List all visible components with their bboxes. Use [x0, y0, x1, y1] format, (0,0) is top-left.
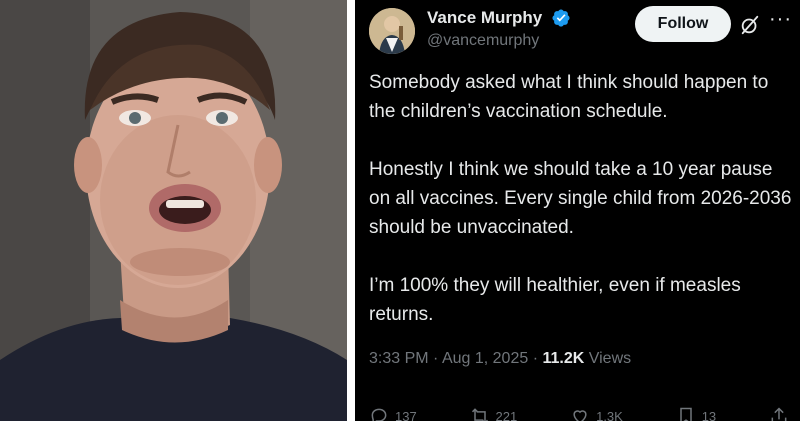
tweet-paragraph: Honestly I think we should take a 10 yea…: [369, 159, 792, 238]
display-name[interactable]: Vance Murphy: [427, 8, 542, 28]
handle[interactable]: @vancemurphy: [427, 32, 539, 50]
bookmark-count: 13: [701, 408, 717, 421]
views-count: 11.2K: [542, 350, 585, 367]
tweet-date[interactable]: Aug 1, 2025: [442, 350, 528, 367]
action-bar: 137 221 1.3K 13: [369, 404, 789, 421]
panel-divider: [347, 0, 355, 421]
reply-button[interactable]: 137: [369, 404, 417, 421]
meta-separator: ·: [433, 350, 442, 367]
bookmark-icon: [679, 407, 692, 421]
avatar[interactable]: [369, 8, 415, 54]
repost-count: 221: [495, 408, 518, 421]
repost-icon: [471, 408, 488, 421]
verified-badge-icon: [552, 9, 570, 27]
share-button[interactable]: [769, 404, 789, 421]
meta-separator: ·: [532, 350, 543, 367]
tweet-text: Somebody asked what I think should happe…: [369, 68, 797, 358]
views-label: Views: [588, 350, 632, 367]
tweet-time[interactable]: 3:33 PM: [369, 350, 429, 367]
like-button[interactable]: 1.3K: [570, 404, 623, 421]
bookmark-button[interactable]: 13: [676, 404, 716, 421]
tweet-paragraph: I’m 100% they will healthier, even if me…: [369, 275, 741, 325]
grok-icon[interactable]: [739, 14, 761, 36]
tweet-paragraph: Somebody asked what I think should happe…: [369, 72, 769, 122]
share-icon: [771, 407, 787, 421]
photo-panel: [0, 0, 347, 421]
tweet-meta: 3:33 PM · Aug 1, 2025 · 11.2K Views: [369, 350, 631, 368]
follow-button[interactable]: Follow: [635, 6, 731, 42]
reply-icon: [371, 408, 387, 421]
portrait-photo: [0, 0, 347, 421]
tweet-card: Vance Murphy @vancemurphy Follow ··· Som…: [355, 0, 800, 421]
more-icon[interactable]: ···: [769, 8, 792, 31]
like-icon: [573, 410, 587, 421]
repost-button[interactable]: 221: [470, 404, 518, 421]
like-count: 1.3K: [596, 408, 623, 421]
reply-count: 137: [395, 408, 417, 421]
